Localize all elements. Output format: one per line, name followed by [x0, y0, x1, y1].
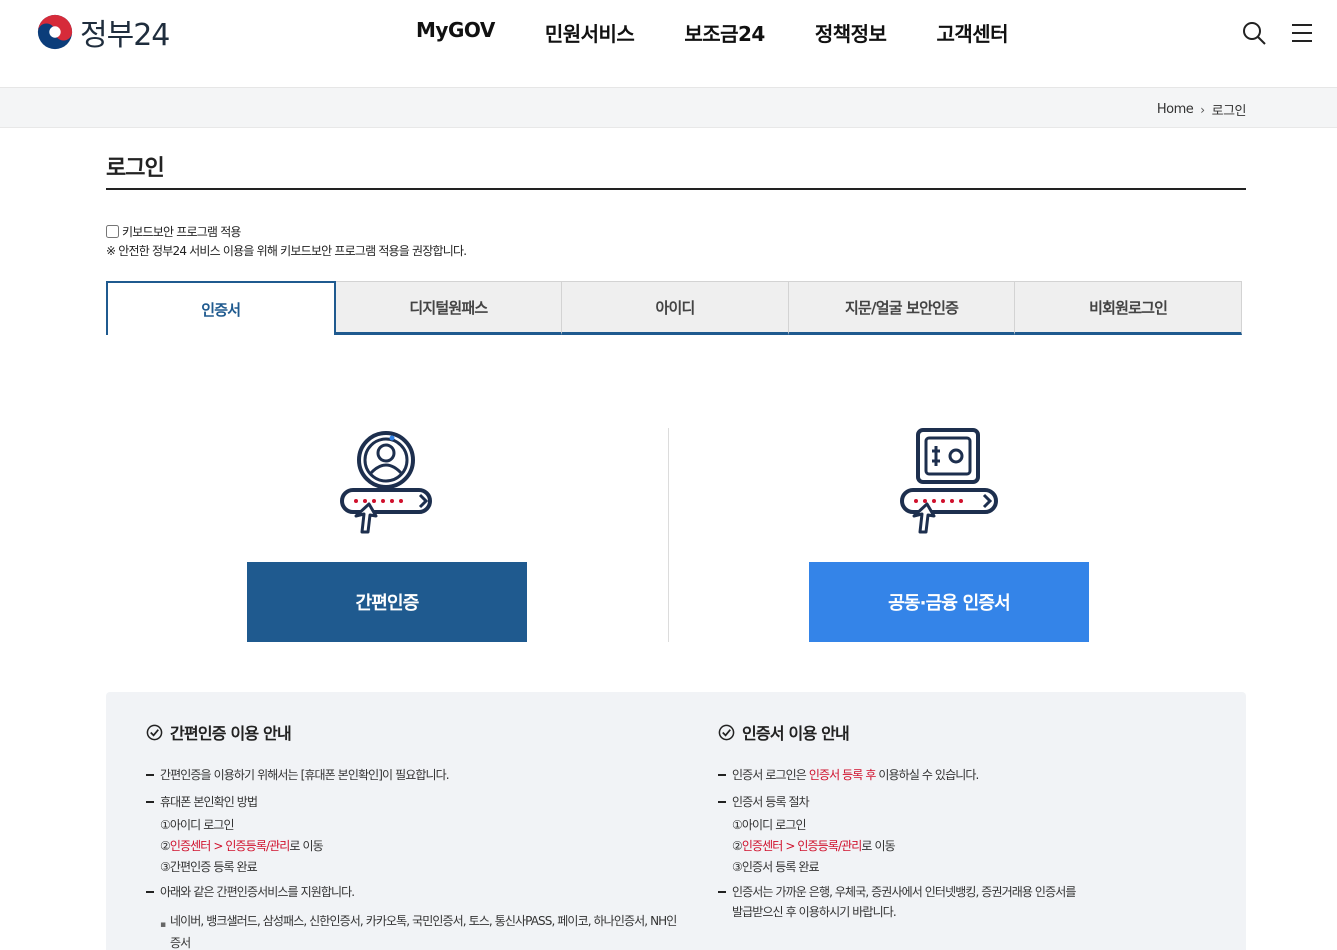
tab-guest-login[interactable]: 비회원로그인 — [1015, 281, 1242, 335]
main-nav: MyGOV 민원서비스 보조금24 정책정보 고객센터 — [400, 18, 1058, 47]
breadcrumb-bar: Home › 로그인 — [0, 88, 1337, 128]
site-logo[interactable]: 정부24 — [36, 12, 170, 53]
info-step: ①아이디 로그인 — [732, 818, 807, 832]
tab-id[interactable]: 아이디 — [562, 281, 789, 335]
breadcrumb-home[interactable]: Home — [1157, 102, 1194, 117]
options-divider — [668, 428, 669, 642]
page-title: 로그인 — [106, 156, 165, 181]
keyboard-security-option[interactable]: 키보드보안 프로그램 적용 — [106, 223, 241, 240]
search-icon[interactable] — [1241, 20, 1267, 46]
keyboard-security-label: 키보드보안 프로그램 적용 — [122, 225, 241, 239]
site-header: 정부24 MyGOV 민원서비스 보조금24 정책정보 고객센터 — [0, 0, 1337, 88]
breadcrumb-current: 로그인 — [1211, 104, 1247, 119]
nav-item-civil-service[interactable]: 민원서비스 — [545, 18, 635, 47]
nav-item-mygov[interactable]: MyGOV — [416, 18, 495, 47]
nav-item-customer-center[interactable]: 고객센터 — [936, 18, 1008, 47]
info-line: 아래와 같은 간편인증서비스를 지원합니다. — [146, 883, 706, 901]
info-line: 인증서 등록 절차 — [718, 793, 1278, 811]
tab-certificate[interactable]: 인증서 — [106, 281, 336, 335]
info-line: 인증서는 가까운 은행, 우체국, 증권사에서 인터넷뱅킹, 증권거래용 인증서… — [718, 883, 1278, 901]
user-password-icon — [340, 431, 432, 534]
check-circle-icon — [718, 724, 735, 740]
tab-biometric[interactable]: 지문/얼굴 보안인증 — [788, 281, 1016, 335]
info-detail: ▪ 네이버, 뱅크샐러드, 삼성패스, 신한인증서, 카카오톡, 국민인증서, 토… — [160, 914, 677, 950]
certificate-guide: 인증서 이용 안내 인증서 로그인은 인증서 등록 후 이용하실 수 있습니다.… — [718, 720, 1278, 928]
info-line: 인증서 로그인은 인증서 등록 후 이용하실 수 있습니다. — [718, 766, 1278, 784]
menu-icon[interactable] — [1289, 20, 1315, 46]
info-step: ③간편인증 등록 완료 — [160, 860, 258, 874]
simple-auth-button[interactable]: 간편인증 — [247, 562, 527, 642]
keyboard-security-checkbox[interactable] — [106, 225, 119, 238]
taegeuk-logo-icon — [37, 14, 73, 50]
simple-auth-guide-title: 간편인증 이용 안내 — [146, 720, 706, 744]
nav-item-subsidy[interactable]: 보조금24 — [684, 18, 765, 47]
check-circle-icon — [146, 724, 163, 740]
info-step: ②인증센터 > 인증등록/관리로 이동 — [160, 839, 324, 853]
certificate-login-button[interactable]: 공동·금융 인증서 — [809, 562, 1089, 642]
info-line-continued: 발급받으신 후 이용하시기 바랍니다. — [732, 905, 897, 919]
keyboard-security-note: ※ 안전한 정부24 서비스 이용을 위해 키보드보안 프로그램 적용을 권장합… — [106, 244, 467, 258]
nav-item-policy[interactable]: 정책정보 — [815, 18, 887, 47]
info-box: 간편인증 이용 안내 간편인증을 이용하기 위해서는 [휴대폰 본인확인]이 필… — [106, 692, 1246, 950]
chevron-right-icon: › — [1200, 102, 1205, 117]
breadcrumb: Home › 로그인 — [1157, 100, 1247, 119]
certificate-guide-title: 인증서 이용 안내 — [718, 720, 1278, 744]
tab-digital-onepass[interactable]: 디지털원패스 — [335, 281, 563, 335]
safe-password-icon — [900, 428, 998, 534]
info-line: 휴대폰 본인확인 방법 — [146, 793, 706, 811]
info-line: 간편인증을 이용하기 위해서는 [휴대폰 본인확인]이 필요합니다. — [146, 766, 706, 784]
simple-auth-guide: 간편인증 이용 안내 간편인증을 이용하기 위해서는 [휴대폰 본인확인]이 필… — [146, 720, 706, 950]
info-step: ①아이디 로그인 — [160, 818, 235, 832]
title-divider — [106, 188, 1246, 190]
info-step: ②인증센터 > 인증등록/관리로 이동 — [732, 839, 896, 853]
info-step: ③인증서 등록 완료 — [732, 860, 820, 874]
logo-text: 정부24 — [80, 18, 170, 53]
login-tabs: 인증서 디지털원패스 아이디 지문/얼굴 보안인증 비회원로그인 — [106, 281, 1242, 335]
header-utilities — [1219, 20, 1315, 46]
